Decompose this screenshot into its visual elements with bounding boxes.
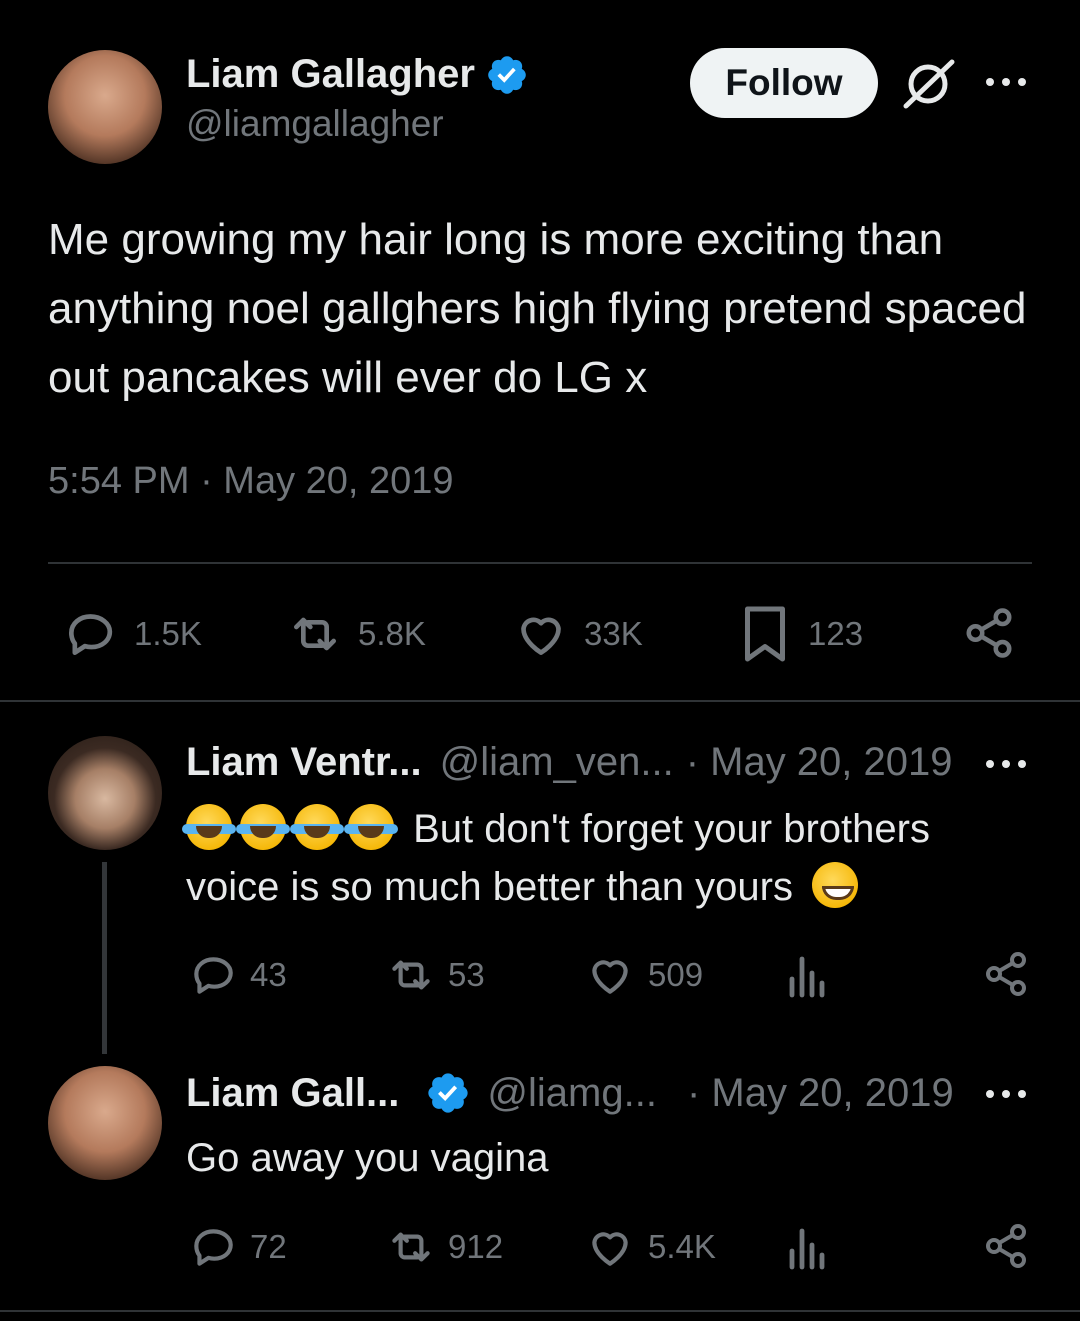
reply-count: 1.5K [134,615,202,652]
avatar[interactable] [48,736,162,850]
bookmark-icon [740,604,790,664]
heart-icon [512,606,570,662]
divider [48,562,1032,564]
share-icon[interactable] [982,950,1030,1003]
face-with-tears-of-joy-icon [182,804,236,850]
share-icon[interactable] [982,1222,1030,1275]
reply-header: Liam Gall... @liamg... · May 20, 2019 [186,1070,954,1116]
repost-icon [384,950,438,1000]
handle[interactable]: @liamgallagher [186,103,529,145]
like-button[interactable]: 33K [512,606,643,662]
follow-button[interactable]: Follow [690,48,878,118]
bookmark-button[interactable]: 123 [740,604,863,664]
reply-text: Go away you vagina [186,1136,549,1180]
heart-icon [584,950,636,1000]
verified-badge-icon [425,1070,471,1116]
views-icon[interactable] [786,950,830,1005]
reply-text: But don't forget your brothers voice is … [182,800,1026,916]
repost-icon [384,1222,438,1272]
reply-date[interactable]: · May 20, 2019 [687,1071,954,1116]
like-button[interactable]: 509 [584,950,703,1000]
repost-count: 53 [448,956,485,993]
timestamp[interactable]: 5:54 PM · May 20, 2019 [48,460,454,503]
like-count: 509 [648,956,704,993]
repost-button[interactable]: 53 [384,950,485,1000]
reply-button[interactable]: 72 [188,1222,287,1272]
face-with-tears-of-joy-icon [236,804,290,850]
handle[interactable]: @liam_ven... [440,740,674,785]
repost-count: 912 [448,1228,504,1265]
display-name[interactable]: Liam Gallagher [186,52,475,97]
more-options-icon[interactable] [984,72,1028,97]
display-name[interactable]: Liam Gall... [186,1071,399,1116]
reply-button[interactable]: 1.5K [62,606,202,662]
reply-icon [62,606,118,662]
avatar[interactable] [48,50,162,164]
like-button[interactable]: 5.4K [584,1222,716,1272]
repost-icon [284,606,346,662]
handle[interactable]: @liamg... [487,1071,657,1116]
avatar[interactable] [48,1066,162,1180]
thread-line [102,862,107,1054]
face-with-tears-of-joy-icon [344,804,398,850]
grok-icon[interactable] [902,58,958,115]
repost-count: 5.8K [358,615,426,652]
more-options-icon[interactable] [984,754,1028,779]
bookmark-count: 123 [808,615,864,652]
heart-icon [584,1222,636,1272]
views-icon[interactable] [786,1222,830,1277]
display-name[interactable]: Liam Ventr... [186,740,422,785]
author-info: Liam Gallagher @liamgallagher [186,52,529,145]
reply-count: 72 [250,1228,287,1265]
tweet-text: Me growing my hair long is more exciting… [48,215,1027,402]
grinning-face-icon [812,862,859,908]
reply-count: 43 [250,956,287,993]
reply-icon [188,1222,238,1272]
divider [0,700,1080,702]
reply-button[interactable]: 43 [188,950,287,1000]
repost-button[interactable]: 5.8K [284,606,426,662]
verified-badge-icon [485,53,529,97]
reply-icon [188,950,238,1000]
divider [0,1310,1080,1312]
face-with-tears-of-joy-icon [290,804,344,850]
repost-button[interactable]: 912 [384,1222,503,1272]
like-count: 33K [584,615,643,652]
like-count: 5.4K [648,1228,716,1265]
share-icon[interactable] [962,606,1016,665]
more-options-icon[interactable] [984,1084,1028,1109]
reply-header: Liam Ventr... @liam_ven... · May 20, 201… [186,740,953,785]
reply-date[interactable]: · May 20, 2019 [686,740,953,785]
